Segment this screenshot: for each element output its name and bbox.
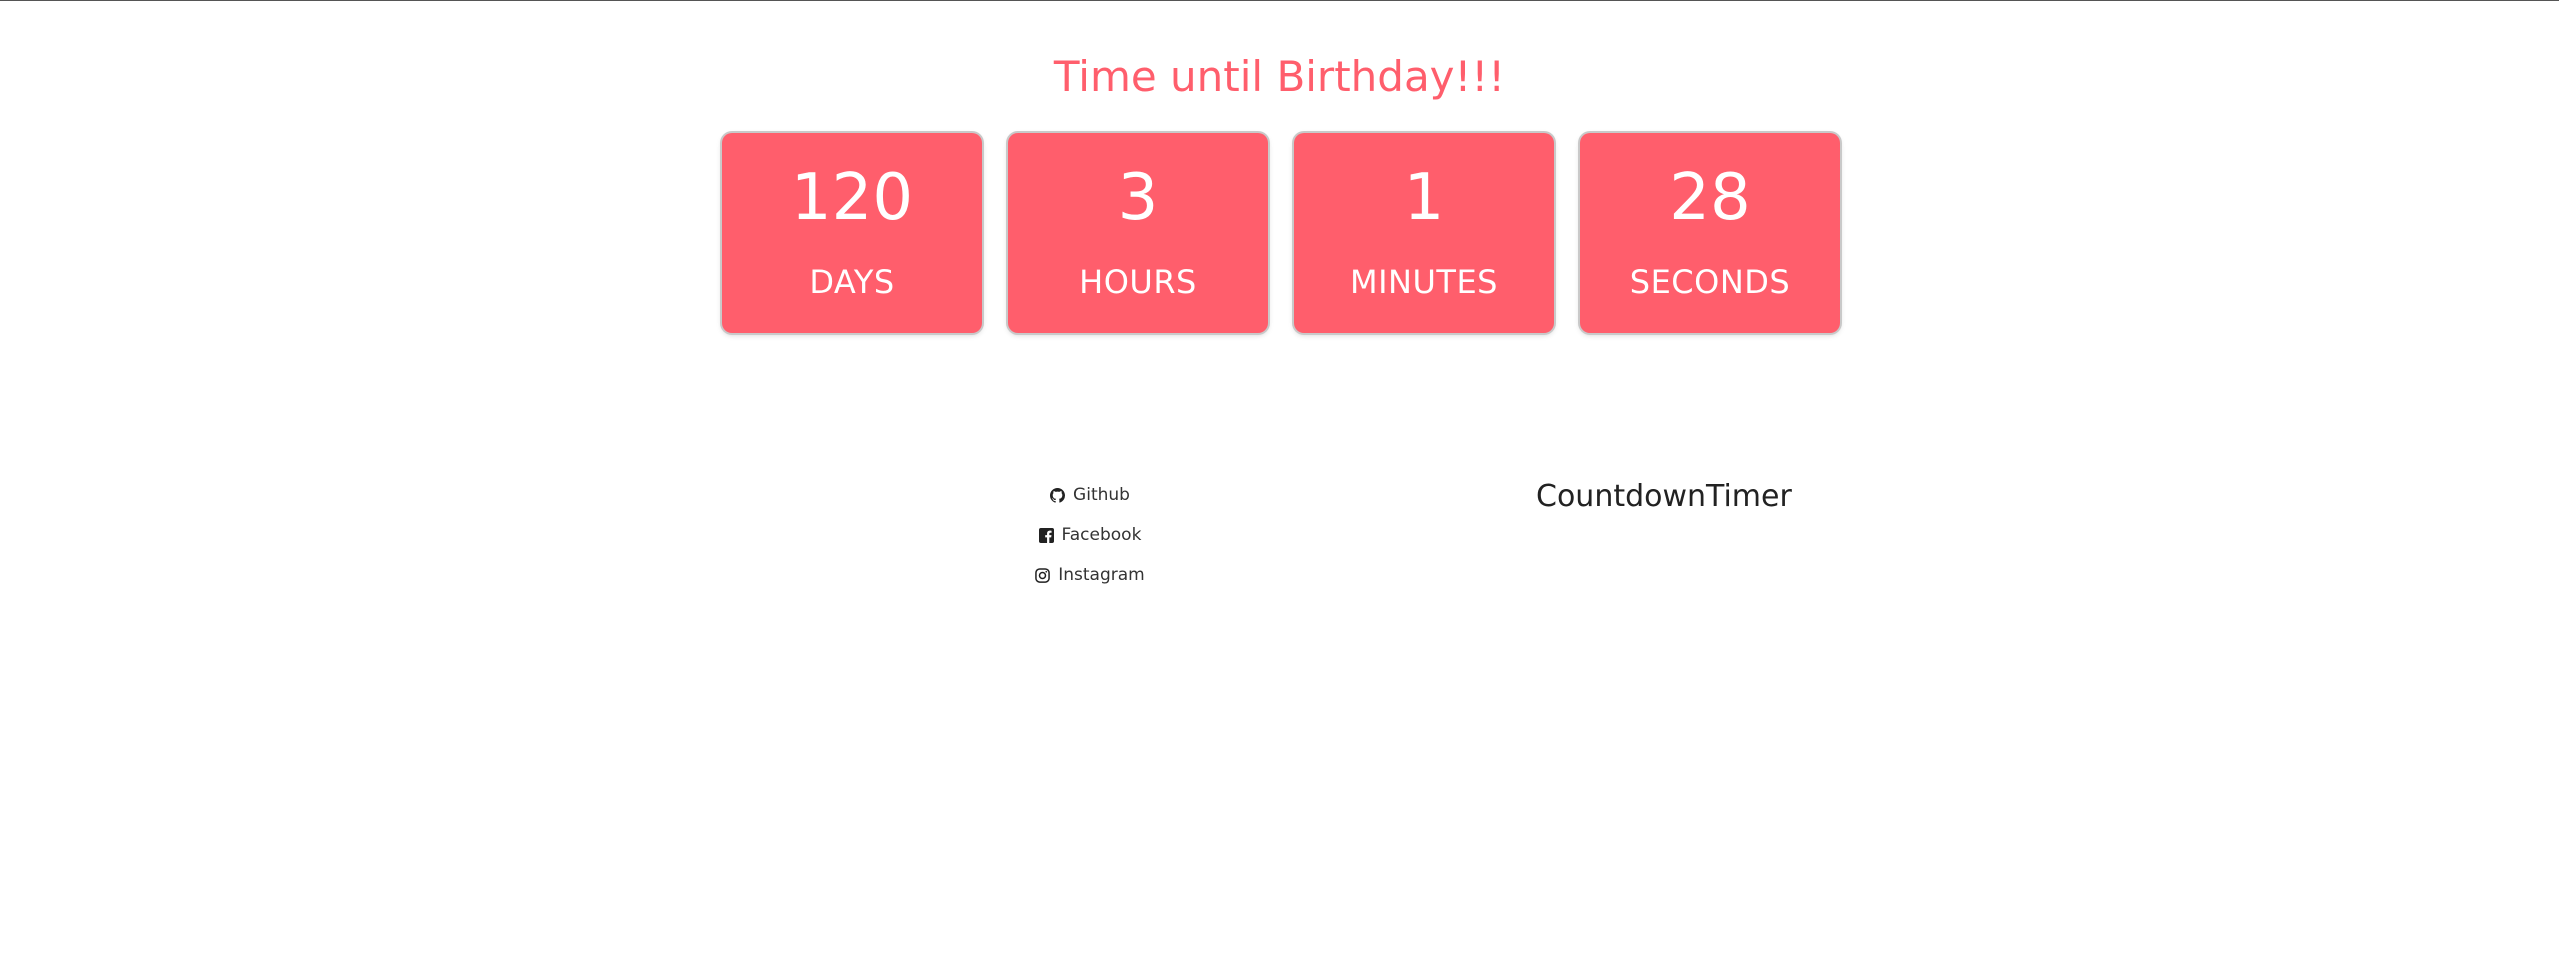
brand-name: CountdownTimer (1536, 479, 1792, 514)
minutes-box: 1 MINUTES (1294, 133, 1554, 333)
minutes-value: 1 (1403, 161, 1445, 235)
facebook-link[interactable]: Facebook (960, 515, 1220, 555)
hours-label: HOURS (1079, 263, 1197, 301)
hours-box: 3 HOURS (1008, 133, 1268, 333)
days-value: 120 (790, 161, 914, 235)
seconds-box: 28 SECONDS (1580, 133, 1840, 333)
instagram-label: Instagram (1058, 565, 1145, 585)
facebook-label: Facebook (1061, 525, 1142, 545)
seconds-value: 28 (1669, 161, 1751, 235)
page-title: Time until Birthday!!! (1053, 52, 1506, 101)
social-links: Github Facebook Instagram (960, 475, 1220, 595)
seconds-label: SECONDS (1629, 263, 1791, 301)
github-icon (1050, 487, 1066, 503)
countdown-timer: 120 DAYS 3 HOURS 1 MINUTES 28 SECONDS (722, 133, 1840, 333)
minutes-label: MINUTES (1350, 263, 1498, 301)
days-label: DAYS (809, 263, 895, 301)
days-box: 120 DAYS (722, 133, 982, 333)
facebook-icon (1038, 527, 1054, 543)
instagram-link[interactable]: Instagram (960, 555, 1220, 595)
github-label: Github (1073, 485, 1130, 505)
instagram-icon (1035, 567, 1051, 583)
github-link[interactable]: Github (960, 475, 1220, 515)
hours-value: 3 (1117, 161, 1159, 235)
